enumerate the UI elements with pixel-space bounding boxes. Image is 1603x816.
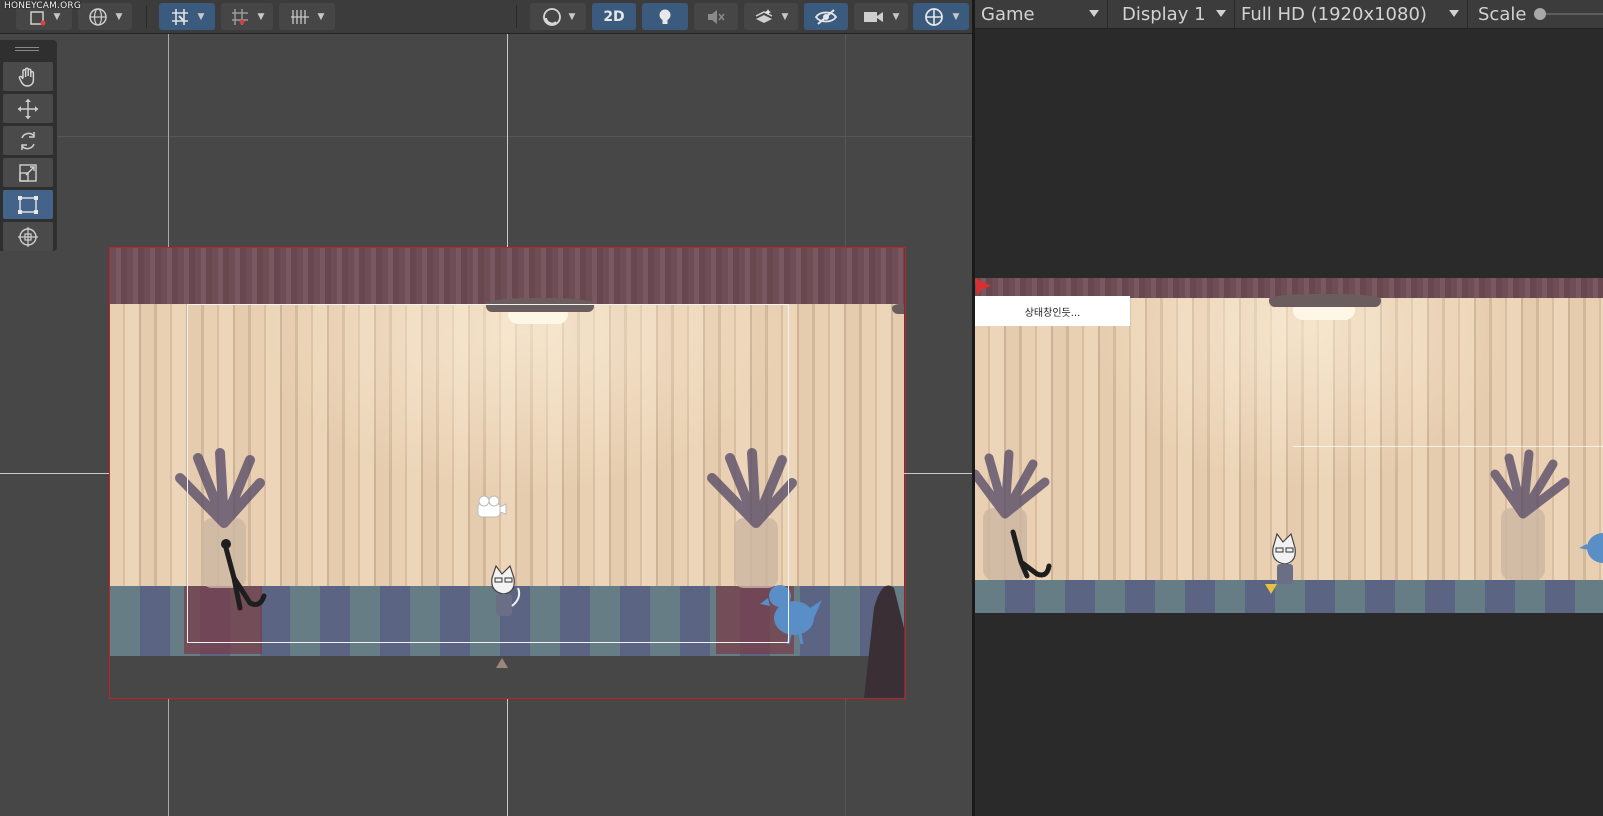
rotate-icon bbox=[21, 131, 35, 150]
chevron-down-icon bbox=[1089, 10, 1099, 17]
chevron-down-icon bbox=[1216, 10, 1226, 17]
move-tool-button[interactable] bbox=[3, 94, 53, 123]
scene-camera-dropdown[interactable]: ▼ bbox=[854, 3, 908, 30]
game-plant-left bbox=[975, 449, 1050, 580]
hand-tool-button[interactable] bbox=[3, 62, 53, 91]
audio-toggle[interactable] bbox=[694, 3, 738, 30]
global-pivot-dropdown[interactable]: ▼ bbox=[78, 3, 132, 30]
scene-view[interactable] bbox=[0, 34, 972, 816]
scale-icon bbox=[19, 163, 37, 182]
gizmos-icon bbox=[924, 7, 943, 26]
game-sprites bbox=[975, 278, 1603, 594]
rect-tool-button[interactable] bbox=[3, 190, 53, 219]
grid-visibility-dropdown[interactable]: ▼ bbox=[279, 3, 335, 30]
game-plant-right bbox=[1490, 449, 1570, 580]
game-white-cat-sprite bbox=[1272, 532, 1296, 584]
draw-mode-dropdown[interactable]: ▼ bbox=[530, 3, 586, 30]
transform-tool-button[interactable] bbox=[3, 222, 53, 251]
increment-snap-icon bbox=[231, 8, 248, 25]
rotate-tool-button[interactable] bbox=[3, 126, 53, 155]
view-type-label: Game bbox=[981, 3, 1035, 25]
display-dropdown[interactable]: Display 1 bbox=[1108, 0, 1235, 28]
game-view-header: Game Display 1 Full HD (1920x1080) Scale bbox=[975, 0, 1603, 29]
canvas-rect-frame[interactable] bbox=[187, 304, 789, 643]
effects-dropdown[interactable]: ▼ bbox=[744, 3, 798, 30]
display-label: Display 1 bbox=[1122, 3, 1206, 25]
transform-icon bbox=[18, 226, 38, 247]
chevron-down-icon bbox=[1449, 10, 1459, 17]
scale-label: Scale bbox=[1478, 3, 1527, 25]
draw-mode-icon bbox=[542, 7, 561, 26]
lighting-toggle[interactable] bbox=[642, 3, 688, 30]
hand-icon bbox=[18, 67, 35, 87]
grid-snap-icon bbox=[171, 8, 188, 25]
increment-snap-dropdown[interactable]: ▼ bbox=[221, 3, 273, 30]
resolution-dropdown[interactable]: Full HD (1920x1080) bbox=[1235, 0, 1468, 28]
scale-slider-knob[interactable] bbox=[1534, 8, 1546, 20]
effects-icon bbox=[755, 8, 772, 23]
game-red-flag-icon bbox=[975, 278, 991, 296]
rect-transform-icon bbox=[18, 195, 38, 214]
2d-label: 2D bbox=[603, 8, 625, 25]
watermark: HONEYCAM.ORG bbox=[4, 1, 82, 11]
hidden-objects-icon bbox=[814, 8, 838, 25]
grid-visibility-icon bbox=[290, 9, 309, 24]
audio-mute-icon bbox=[708, 9, 725, 24]
panel-grip[interactable] bbox=[15, 47, 39, 48]
view-type-dropdown[interactable]: Game bbox=[975, 0, 1108, 28]
game-view[interactable]: 상태창인듯... bbox=[975, 29, 1603, 816]
hidden-objects-toggle[interactable] bbox=[804, 3, 848, 30]
gizmos-dropdown[interactable]: ▼ bbox=[913, 3, 969, 30]
scale-slider-track[interactable] bbox=[1546, 13, 1603, 15]
scene-tools-panel bbox=[0, 40, 57, 251]
game-arrow-marker bbox=[1265, 584, 1277, 594]
global-pivot-icon bbox=[88, 7, 107, 26]
move-arrows-icon bbox=[18, 98, 38, 119]
game-blue-bird-sprite bbox=[1579, 533, 1603, 563]
2d-toggle[interactable]: 2D bbox=[592, 3, 636, 30]
scale-control[interactable]: Scale bbox=[1468, 0, 1603, 28]
scale-tool-button[interactable] bbox=[3, 158, 53, 187]
game-render: 상태창인듯... bbox=[975, 278, 1603, 613]
scene-camera-icon bbox=[863, 11, 883, 22]
scene-toolbar: ▼ ▼ ▼ ▼ ▼ ▼ 2D ▼ ▼ ▼ bbox=[0, 0, 972, 34]
resolution-label: Full HD (1920x1080) bbox=[1241, 3, 1427, 25]
status-window: 상태창인듯... bbox=[975, 296, 1130, 326]
lighting-icon bbox=[659, 9, 671, 24]
grid-snap-toggle[interactable]: ▼ bbox=[159, 3, 215, 30]
